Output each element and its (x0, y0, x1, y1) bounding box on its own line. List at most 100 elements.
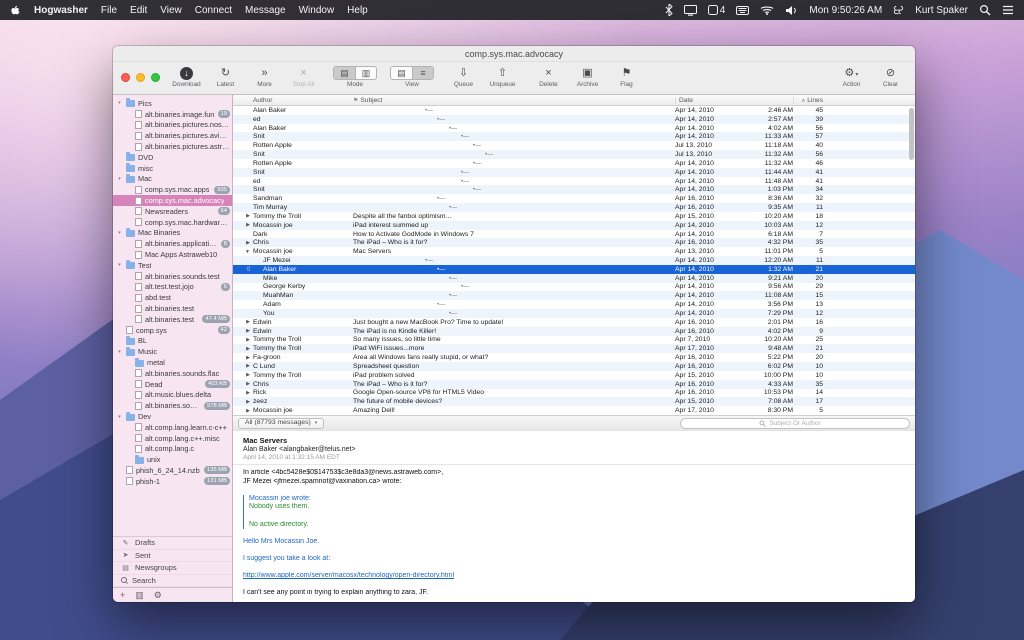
display-icon[interactable] (684, 5, 697, 16)
sidebar-item[interactable]: comp.sys42 (113, 325, 232, 336)
toolbar-button-view-split[interactable]: ▤ (391, 67, 412, 79)
message-row[interactable]: ▶Mocassin joeAmazing Dell!Apr 17, 20108:… (233, 406, 915, 415)
sidebar-item[interactable]: alt.binaries.test47.4 MB (113, 314, 232, 325)
message-row[interactable]: ▶RickGoogle Open-source VP8 for HTML5 Vi… (233, 389, 915, 398)
sidebar-item-drafts[interactable]: ✎Drafts (113, 537, 232, 550)
message-row[interactable]: ed•—Apr 14, 201011:48 AM41 (233, 177, 915, 186)
disclosure-triangle[interactable]: ▶ (233, 346, 253, 352)
sidebar-item[interactable]: Newsreaders64 (113, 206, 232, 217)
disclosure-triangle[interactable]: ▾ (116, 349, 123, 355)
disclosure-triangle[interactable]: ▾ (116, 100, 123, 106)
message-row[interactable]: ▼Mocassin joeMac ServersApr 13, 201011:0… (233, 247, 915, 256)
disclosure-triangle[interactable]: ▶ (233, 408, 253, 414)
disclosure-triangle[interactable]: ▶ (233, 328, 253, 334)
message-link[interactable]: http://www.apple.com/server/macosx/techn… (243, 572, 905, 581)
message-row[interactable]: JF Mezei•—Apr 14, 201012:20 AM11 (233, 256, 915, 265)
toolbar-button-queue[interactable]: ⇩Queue (447, 66, 480, 88)
status-count[interactable]: 4 (708, 5, 726, 16)
gear-icon[interactable]: ⚙ (154, 590, 162, 601)
toolbar-button-view-list[interactable]: ≡ (412, 67, 433, 79)
toolbar-button-flag[interactable]: ⚑Flag (610, 66, 643, 88)
sidebar-item[interactable]: alt.binaries.pictures.nospa... (113, 120, 232, 131)
volume-icon[interactable] (785, 5, 798, 16)
disclosure-triangle[interactable]: ▾ (116, 414, 123, 420)
menu-help[interactable]: Help (347, 5, 368, 16)
sidebar-item[interactable]: abd.test (113, 292, 232, 303)
search-field[interactable] (680, 418, 910, 429)
sidebar-item[interactable]: comp.sys.mac.advocacy (113, 195, 232, 206)
sidebar-item-sent[interactable]: ➤Sent (113, 550, 232, 563)
notification-center-icon[interactable] (1002, 5, 1014, 15)
search-input[interactable] (680, 418, 910, 429)
message-row[interactable]: Alan Baker•—Apr 14, 20104:02 AM56 (233, 124, 915, 133)
message-row[interactable]: Tim Murray•—Apr 16, 20109:35 AM11 (233, 203, 915, 212)
sidebar-item[interactable]: ▾Mac (113, 174, 232, 185)
keyboard-icon[interactable] (736, 6, 749, 15)
message-row[interactable]: George Kerby•—Apr 14, 20109:56 AM29 (233, 283, 915, 292)
toolbar-button-mode-threaded[interactable]: ▤ (334, 67, 355, 79)
sidebar-item[interactable]: alt.music.blues.delta (113, 390, 232, 401)
message-row[interactable]: Snit•—Apr 14, 201011:33 AM57 (233, 132, 915, 141)
sidebar-item[interactable]: alt.binaries.sounds...978 MB (113, 400, 232, 411)
disclosure-triangle[interactable]: ▾ (116, 176, 123, 182)
message-row[interactable]: ▶Tommy the TrollSo many issues, so littl… (233, 336, 915, 345)
message-row[interactable]: ▶Tommy the TrollDespite all the fanboi o… (233, 212, 915, 221)
message-row[interactable]: ed•—Apr 14, 20102:57 AM39 (233, 115, 915, 124)
message-row[interactable]: ▶Mocassin joeiPad interest summed upApr … (233, 221, 915, 230)
toolbar-button-stop-all[interactable]: ×Stop All (287, 66, 320, 88)
sidebar-item[interactable]: ▾Dev (113, 411, 232, 422)
disclosure-triangle[interactable]: ▶ (233, 381, 253, 387)
column-subject[interactable]: ⚑Subject (353, 97, 675, 104)
disclosure-triangle[interactable]: ▼ (233, 249, 253, 255)
filter-dropdown[interactable]: All (87793 messages) ▾ (238, 418, 324, 429)
menu-window[interactable]: Window (299, 5, 335, 16)
message-row[interactable]: Mike•—Apr 14, 20109:21 AM20 (233, 274, 915, 283)
sidebar-item[interactable]: comp.sys.mac.apps935 (113, 184, 232, 195)
sidebar-item[interactable]: misc (113, 163, 232, 174)
toolbar-button-download[interactable]: ↓Download (170, 66, 203, 88)
sidebar-item[interactable]: alt.binaries.pictures.aviation (113, 130, 232, 141)
message-row[interactable]: ▶ChrisThe iPad – Who is it for?Apr 16, 2… (233, 238, 915, 247)
message-row[interactable]: Rotten Apple•—Jul 13, 201011:18 AM40 (233, 141, 915, 150)
column-author[interactable]: Author (253, 97, 353, 104)
sidebar-item[interactable]: BL (113, 336, 232, 347)
sidebar-item[interactable]: alt.binaries.applicatio...8 (113, 238, 232, 249)
bluetooth-icon[interactable] (665, 4, 673, 16)
message-row[interactable]: You•—Apr 14, 20107:29 PM12 (233, 309, 915, 318)
window-titlebar[interactable]: comp.sys.mac.advocacy (113, 46, 915, 62)
sidebar-item[interactable]: unix (113, 454, 232, 465)
wifi-icon[interactable] (760, 5, 774, 15)
message-row[interactable]: ▶ChrisThe iPad – Who is it for?Apr 16, 2… (233, 380, 915, 389)
stats-icon[interactable]: ▥ (135, 590, 144, 601)
sidebar-item[interactable]: alt.binaries.sounds.test (113, 271, 232, 282)
add-button[interactable]: + (120, 590, 125, 600)
toolbar-button-unqueue[interactable]: ⇧Unqueue (486, 66, 519, 88)
menubar-user[interactable]: Kurt Spaker (915, 5, 968, 16)
menubar-clock[interactable]: Mon 9:50:26 AM (809, 5, 882, 16)
message-row[interactable]: ▶C LundSpreadsheet questionApr 16, 20106… (233, 362, 915, 371)
disclosure-triangle[interactable]: ▶ (233, 399, 253, 405)
sidebar-item[interactable]: ▾Music (113, 346, 232, 357)
message-row[interactable]: Adam•—Apr 14, 20103:56 PM13 (233, 300, 915, 309)
message-row[interactable]: Alan Baker•—Apr 14, 20102:46 AM45 (233, 106, 915, 115)
message-row[interactable]: Snit•—Apr 14, 201011:44 AM41 (233, 168, 915, 177)
message-row[interactable]: ▶EdwinThe iPad is no Kindle Killer!Apr 1… (233, 327, 915, 336)
disclosure-triangle[interactable]: ▾ (116, 230, 123, 236)
apple-menu[interactable] (10, 4, 21, 17)
sidebar-item[interactable]: ▾Test (113, 260, 232, 271)
column-date[interactable]: Date (675, 97, 747, 104)
sidebar-item[interactable]: alt.binaries.sounds.flac (113, 368, 232, 379)
message-row[interactable]: ▯Alan Baker•—Apr 14, 20101:32 AM21 (233, 265, 915, 274)
toolbar-button-latest[interactable]: ↻Latest (209, 66, 242, 88)
sidebar-item[interactable]: phish_6_24_14.nzb135 MB (113, 465, 232, 476)
message-row[interactable]: ▶EdwinJust bought a new MacBook Pro? Tim… (233, 318, 915, 327)
sidebar-item[interactable]: alt.binaries.test (113, 303, 232, 314)
sidebar-item-newsgroups[interactable]: ▤Newsgroups (113, 562, 232, 575)
input-menu-icon[interactable] (893, 5, 904, 16)
toolbar-button-archive[interactable]: ▣Archive (571, 66, 604, 88)
sidebar-item[interactable]: alt.binaries.pictures.astronomy (113, 141, 232, 152)
message-row[interactable]: ▶Fa-groonArea all Windows fans really st… (233, 353, 915, 362)
sidebar-item[interactable]: Dead403 KB (113, 379, 232, 390)
sidebar-item[interactable]: ▾Pics (113, 98, 232, 109)
sidebar-item[interactable]: alt.binaries.image.fun19 (113, 109, 232, 120)
